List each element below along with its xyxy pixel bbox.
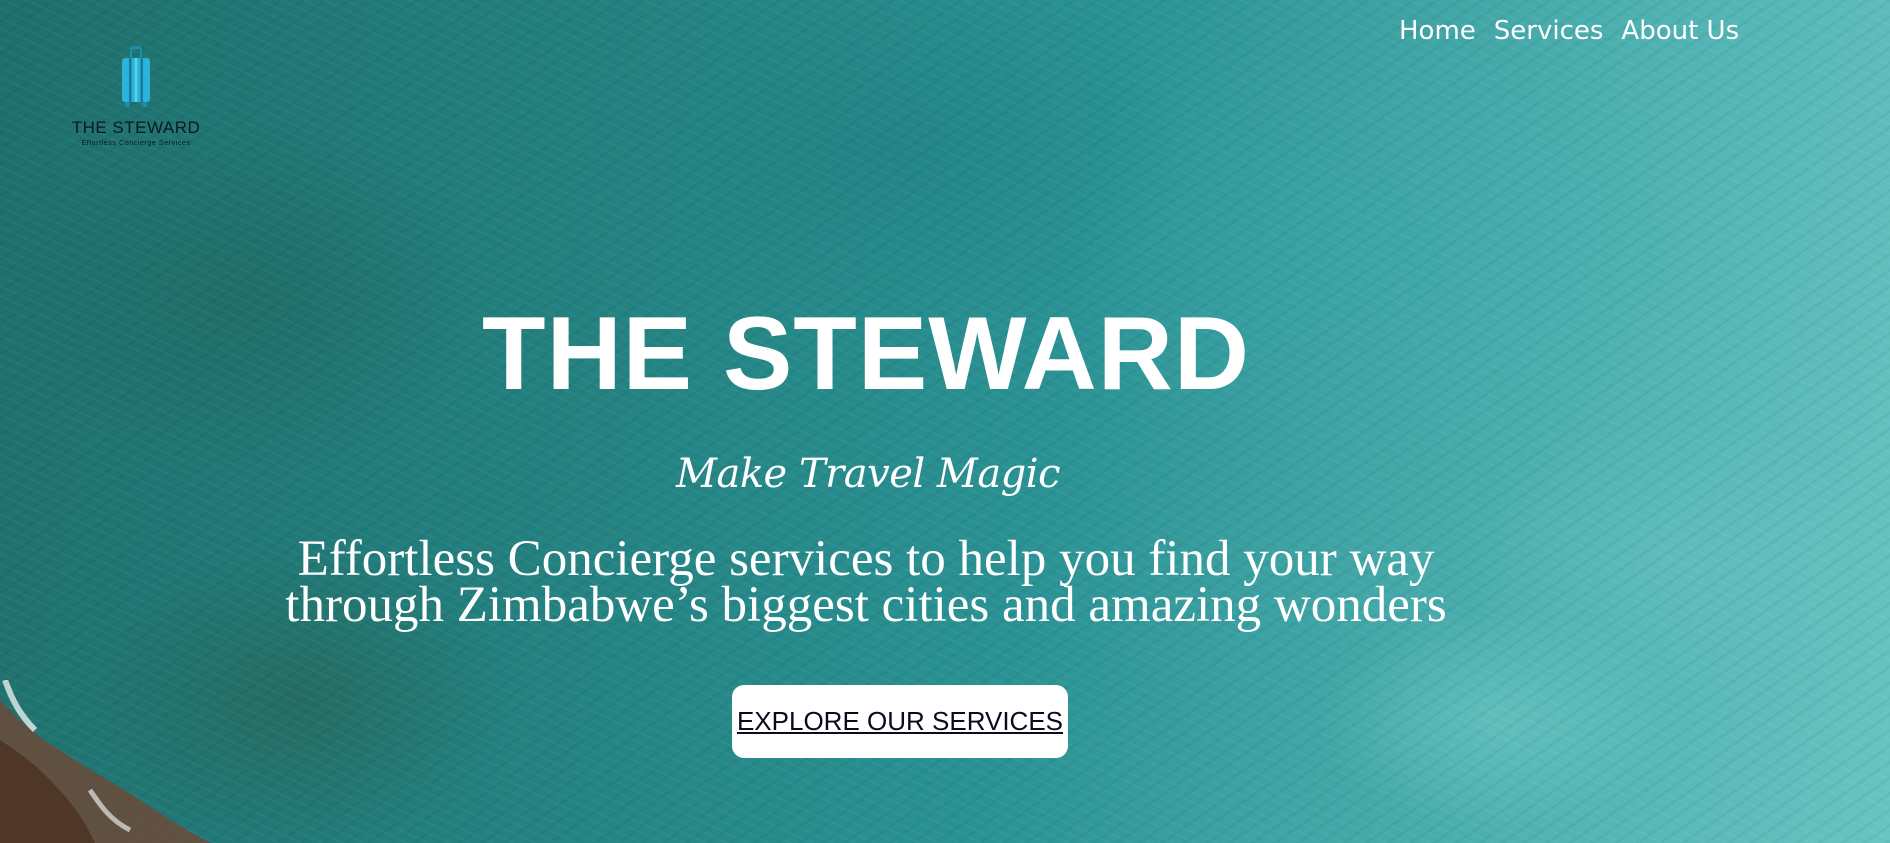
nav-home-link[interactable]: Home bbox=[1390, 12, 1485, 50]
nav-services-link[interactable]: Services bbox=[1485, 12, 1613, 50]
nav-about-us-link[interactable]: About Us bbox=[1612, 12, 1748, 50]
hero-description-line: Effortless Concierge services to help yo… bbox=[297, 531, 1435, 587]
hero-title: THE STEWARD bbox=[482, 296, 1250, 412]
site-logo[interactable]: THE STEWARD Effortless Concierge Service… bbox=[60, 46, 212, 154]
hero-description-line: through Zimbabwe’s biggest cities and am… bbox=[285, 577, 1447, 633]
explore-services-button[interactable]: EXPLORE OUR SERVICES bbox=[732, 685, 1068, 758]
logo-tagline: Effortless Concierge Services bbox=[81, 140, 191, 147]
suitcase-icon bbox=[122, 46, 150, 107]
shoreline-rocks-image bbox=[0, 680, 210, 843]
main-nav: Home Services About Us bbox=[1390, 12, 1748, 50]
hero-description: Effortless Concierge services to help yo… bbox=[0, 531, 1732, 633]
hero-tagline: Make Travel Magic bbox=[676, 451, 1060, 497]
logo-title: THE STEWARD bbox=[71, 118, 201, 137]
